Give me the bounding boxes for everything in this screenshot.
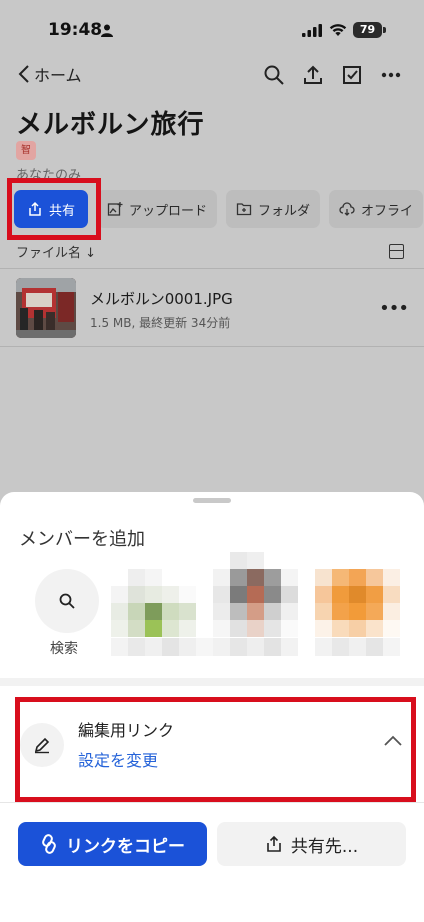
- upload-icon[interactable]: [302, 64, 324, 86]
- search-icon: [59, 593, 75, 609]
- status-bar: 19:48 79: [0, 0, 424, 60]
- status-time: 19:48: [48, 20, 103, 40]
- file-meta: 1.5 MB, 最終更新 34分前: [90, 316, 231, 330]
- share-to-button[interactable]: 共有先...: [217, 822, 406, 866]
- chevron-left-icon: [18, 65, 29, 83]
- section-separator: [0, 678, 424, 686]
- search-icon[interactable]: [263, 64, 285, 86]
- link-highlight-box: [15, 697, 416, 802]
- contact-name-redacted: [315, 638, 400, 656]
- upload-button[interactable]: アップロード: [97, 190, 218, 228]
- contact-avatar[interactable]: [213, 552, 298, 637]
- offline-label: オフライ: [361, 203, 414, 219]
- person-icon: [101, 24, 113, 37]
- search-members-button[interactable]: [35, 569, 99, 633]
- folder-title: メルボルン旅行: [16, 110, 205, 140]
- nav-actions: [263, 64, 402, 86]
- nav-bar: ホーム: [0, 60, 424, 92]
- link-icon: [42, 834, 56, 854]
- avatar: 智: [16, 141, 36, 160]
- contact-name-redacted: [111, 638, 213, 656]
- copy-link-button[interactable]: リンクをコピー: [18, 822, 207, 866]
- divider: [0, 802, 424, 803]
- copy-link-label: リンクをコピー: [66, 836, 185, 857]
- share-to-label: 共有先...: [290, 836, 359, 857]
- search-label: 検索: [50, 641, 78, 657]
- sheet-grabber[interactable]: [193, 498, 231, 503]
- file-name: メルボルン0001.JPG: [90, 290, 233, 308]
- sort-button[interactable]: ファイル名 ↓: [16, 246, 96, 261]
- upload-label: アップロード: [129, 203, 208, 219]
- cloud-download-icon: [339, 202, 355, 216]
- contact-avatar[interactable]: [315, 569, 400, 637]
- file-row[interactable]: メルボルン0001.JPG 1.5 MB, 最終更新 34分前 •••: [16, 278, 409, 340]
- back-button[interactable]: ホーム: [18, 62, 82, 86]
- sort-bar: ファイル名 ↓: [16, 242, 408, 264]
- share-icon: [267, 835, 281, 852]
- sort-label: ファイル名: [16, 246, 82, 261]
- contact-avatar[interactable]: [111, 569, 196, 637]
- wifi-icon: [329, 24, 347, 36]
- new-folder-button[interactable]: フォルダ: [226, 190, 321, 228]
- share-highlight-box: [7, 178, 101, 240]
- folder-plus-icon: [236, 203, 252, 216]
- battery-icon: 79: [353, 22, 382, 38]
- cellular-signal-icon: [302, 24, 322, 37]
- select-checkbox-icon[interactable]: [341, 64, 363, 86]
- divider: [0, 268, 424, 269]
- folder-label: フォルダ: [258, 203, 311, 219]
- image-upload-icon: [107, 202, 123, 216]
- sheet-title: メンバーを追加: [19, 529, 145, 550]
- contact-name-redacted: [213, 638, 298, 656]
- arrow-down-icon: ↓: [85, 246, 97, 261]
- file-more-icon[interactable]: •••: [379, 298, 409, 319]
- more-icon[interactable]: [380, 64, 402, 86]
- photo-thumbnail: [16, 278, 76, 338]
- battery-tip: [383, 27, 386, 33]
- file-thumbnail: [16, 278, 76, 338]
- layout-toggle-icon[interactable]: [389, 244, 404, 259]
- share-sheet: メンバーを追加 検索 編集用リンク 設定を変更 リンクをコピー 共有先...: [0, 492, 424, 922]
- offline-button[interactable]: オフライ: [329, 190, 424, 228]
- divider: [0, 346, 424, 347]
- back-label: ホーム: [34, 66, 82, 85]
